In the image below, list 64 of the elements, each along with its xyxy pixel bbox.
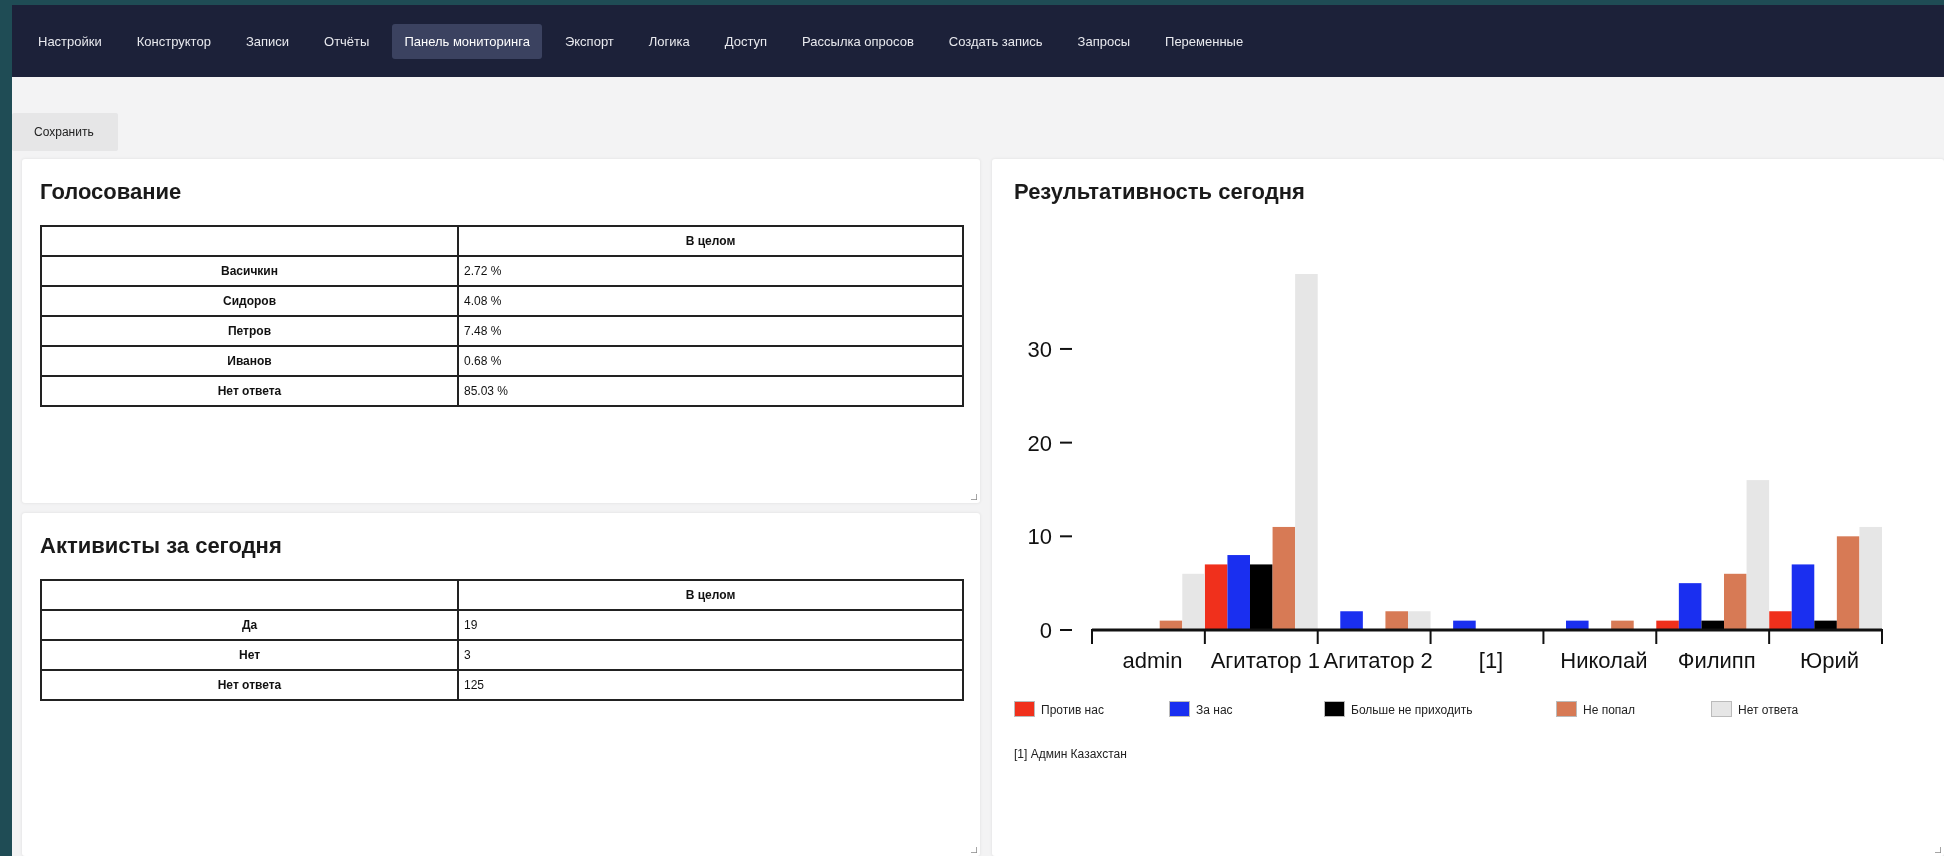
table-cell: Петров xyxy=(41,316,458,346)
table-cell: 3 xyxy=(458,639,963,670)
table-cell: Да xyxy=(41,609,458,640)
table-cell: 85.03 % xyxy=(458,376,963,406)
table-cell: Васичкин xyxy=(41,256,458,286)
table-cell: Нет xyxy=(41,639,458,670)
panel-title: Активисты за сегодня xyxy=(40,532,283,559)
save-button[interactable]: Сохранить xyxy=(12,113,118,151)
table-cell: Иванов xyxy=(41,346,458,376)
x-axis-label: admin xyxy=(1122,648,1183,673)
table-cell: 125 xyxy=(458,669,963,700)
legend-label: Против нас xyxy=(1041,703,1104,717)
bar xyxy=(1453,620,1476,630)
nav-tab[interactable]: Конструктор xyxy=(124,23,223,59)
table-cell: Сидоров xyxy=(41,286,458,316)
table-cell: 4.08 % xyxy=(458,286,963,316)
table-cell: 7.48 % xyxy=(458,316,963,346)
legend-label: За нас xyxy=(1196,703,1233,717)
nav-tab[interactable]: Записи xyxy=(233,23,302,59)
y-tick-label: 20 xyxy=(1027,430,1052,456)
nav-tab[interactable]: Экспорт xyxy=(552,23,626,59)
x-axis-label: Филипп xyxy=(1677,648,1756,673)
resize-handle-icon[interactable] xyxy=(1935,847,1941,853)
table-cell: 0.68 % xyxy=(458,346,963,376)
table-header-cell: В целом xyxy=(458,579,963,610)
resize-handle-icon[interactable] xyxy=(971,493,977,500)
nav-tab[interactable]: Настройки xyxy=(26,23,114,59)
x-axis-label: Агитатор 2 xyxy=(1323,648,1433,673)
x-axis-label: Юрий xyxy=(1800,648,1860,673)
bar xyxy=(1340,611,1363,630)
table-cell: 2.72 % xyxy=(458,256,963,286)
legend-label: Больше не приходить xyxy=(1351,703,1473,717)
x-axis-label: Агитатор 1 xyxy=(1210,648,1320,673)
legend-label: Не попал xyxy=(1583,703,1636,717)
nav-tab[interactable]: Отчёты xyxy=(312,23,382,59)
y-tick-label: 30 xyxy=(1027,336,1073,362)
bar xyxy=(1566,620,1589,630)
nav-tab[interactable]: Создать запись xyxy=(936,23,1055,59)
y-tick-label: 0 xyxy=(1039,618,1073,643)
table-header-cell: В целом xyxy=(458,226,963,256)
nav-tab[interactable]: Рассылка опросов xyxy=(790,23,926,59)
nav-tab[interactable]: Панель мониторинга xyxy=(392,23,542,59)
table-cell: Нет ответа xyxy=(41,376,458,406)
bar xyxy=(1204,564,1228,630)
x-axis-label: [1] xyxy=(1478,648,1504,673)
nav-tab[interactable]: Запросы xyxy=(1065,23,1143,59)
y-tick-label: 30 xyxy=(1027,336,1052,362)
bar xyxy=(1408,611,1431,630)
legend-label: Нет ответа xyxy=(1738,703,1799,717)
table-cell: Нет ответа xyxy=(41,669,458,700)
y-tick-label: 10 xyxy=(1027,524,1073,550)
panel-title: Голосование xyxy=(40,179,183,205)
nav-tab[interactable]: Доступ xyxy=(712,23,780,59)
nav-tab[interactable]: Переменные xyxy=(1153,23,1256,59)
y-tick-label: 10 xyxy=(1027,524,1052,550)
y-tick-label: 0 xyxy=(1039,618,1052,643)
x-axis-label: Николай xyxy=(1560,648,1648,673)
y-tick-label: 20 xyxy=(1027,430,1073,456)
table-cell: 19 xyxy=(458,609,963,640)
panel-title: Результативность сегодня xyxy=(1014,179,1306,205)
nav-tab[interactable]: Логика xyxy=(636,23,702,59)
bar xyxy=(1611,620,1634,630)
footnote: [1] Админ Казахстан xyxy=(1014,747,1128,761)
resize-handle-icon[interactable] xyxy=(971,847,977,853)
